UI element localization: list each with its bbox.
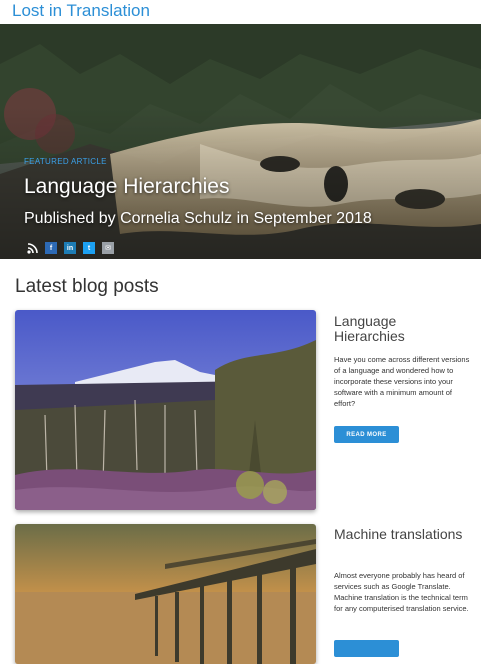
twitter-icon[interactable]: t bbox=[83, 242, 95, 254]
facebook-icon[interactable]: f bbox=[45, 242, 57, 254]
site-title-link[interactable]: Lost in Translation bbox=[12, 1, 150, 21]
mountain-landscape-image bbox=[15, 310, 316, 510]
post-excerpt: Have you come across different versions … bbox=[334, 355, 470, 408]
hero-title[interactable]: Language Hierarchies bbox=[24, 175, 229, 199]
post-thumbnail[interactable] bbox=[15, 524, 316, 664]
share-buttons: f in t ✉ bbox=[26, 242, 114, 254]
linkedin-icon[interactable]: in bbox=[64, 242, 76, 254]
rss-icon[interactable] bbox=[26, 242, 38, 254]
read-more-button[interactable]: READ MORE bbox=[334, 426, 399, 443]
pier-sunset-image bbox=[15, 524, 316, 664]
featured-article-hero[interactable]: FEATURED ARTICLE Language Hierarchies Pu… bbox=[0, 24, 481, 259]
latest-posts-heading: Latest blog posts bbox=[15, 276, 159, 297]
read-more-button[interactable] bbox=[334, 640, 399, 657]
post-thumbnail[interactable] bbox=[15, 310, 316, 510]
post-excerpt: Almost everyone probably has heard of se… bbox=[334, 571, 469, 613]
post-title[interactable]: Machine translations bbox=[334, 527, 464, 542]
post-title[interactable]: Language Hierarchies bbox=[334, 314, 464, 344]
site-header: Lost in Translation bbox=[0, 0, 481, 24]
hero-byline: Published by Cornelia Schulz in Septembe… bbox=[24, 210, 372, 227]
email-icon[interactable]: ✉ bbox=[102, 242, 114, 254]
featured-article-label: FEATURED ARTICLE bbox=[24, 157, 107, 166]
